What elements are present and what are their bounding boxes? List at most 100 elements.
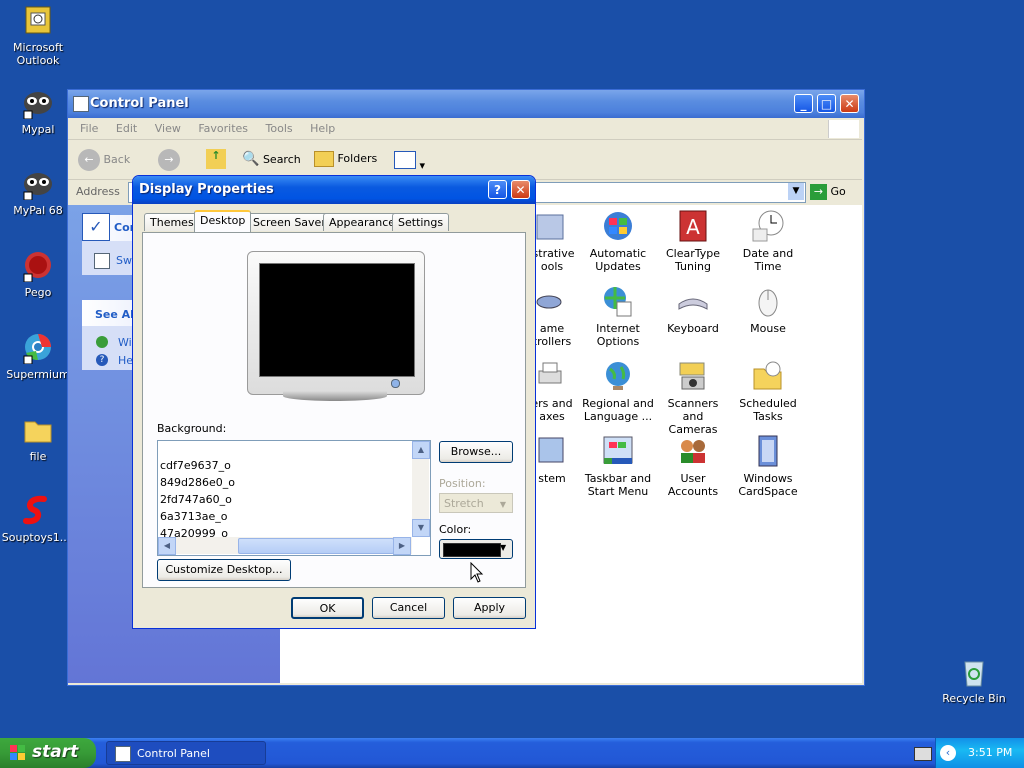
tab-strip: Themes Desktop Screen Saver Appearance S… bbox=[142, 210, 526, 233]
tab-desktop[interactable]: Desktop bbox=[194, 210, 252, 232]
help-icon: ? bbox=[96, 354, 108, 366]
color-label: Color: bbox=[439, 523, 472, 536]
background-list[interactable]: cdf7e9637_o 849d286e0_o 2fd747a60_o 6a37… bbox=[157, 440, 431, 556]
monitor-preview bbox=[247, 251, 425, 401]
cp-item-cleartype-tuning[interactable]: A ClearType Tuning bbox=[657, 209, 729, 273]
tab-screen-saver[interactable]: Screen Saver bbox=[247, 213, 332, 231]
go-button[interactable]: → Go bbox=[810, 184, 846, 200]
cp-item-scheduled-tasks[interactable]: Scheduled Tasks bbox=[732, 359, 804, 423]
list-item[interactable]: cdf7e9637_o bbox=[158, 457, 412, 474]
start-button[interactable]: start bbox=[0, 738, 96, 768]
cp-item-windows-cardspace[interactable]: Windows CardSpace bbox=[732, 434, 804, 498]
scroll-right-button[interactable]: ▶ bbox=[393, 537, 411, 555]
desktop-icon-label: file bbox=[29, 450, 47, 463]
horizontal-scrollbar[interactable]: ◀ ▶ bbox=[158, 537, 412, 555]
menu-edit[interactable]: Edit bbox=[116, 122, 137, 135]
mouse-cursor-icon bbox=[470, 561, 484, 587]
desktop-icon-label: Pego bbox=[24, 286, 52, 299]
cp-item-regional-language[interactable]: Regional and Language ... bbox=[582, 359, 654, 423]
list-item[interactable]: 2fd747a60_o bbox=[158, 491, 412, 508]
desktop-icon-outlook[interactable]: Microsoft Outlook bbox=[0, 5, 76, 67]
list-item[interactable]: 6a3713ae_o bbox=[158, 508, 412, 525]
ok-button[interactable]: OK bbox=[291, 597, 364, 619]
dialog-title: Display Properties bbox=[139, 182, 274, 197]
menu-tools[interactable]: Tools bbox=[266, 122, 293, 135]
cardspace-icon bbox=[751, 434, 785, 468]
close-button[interactable]: ✕ bbox=[511, 180, 530, 199]
customize-desktop-button[interactable]: Customize Desktop... bbox=[157, 559, 291, 581]
minimize-button[interactable]: _ bbox=[794, 94, 813, 113]
vertical-scrollbar[interactable]: ▲ ▼ bbox=[412, 441, 430, 537]
forward-button[interactable]: → bbox=[158, 149, 180, 171]
search-button[interactable]: 🔍 Search bbox=[242, 151, 301, 167]
windows-logo-icon bbox=[10, 745, 26, 761]
automatic-updates-icon bbox=[601, 209, 635, 243]
scroll-thumb[interactable] bbox=[238, 538, 394, 554]
keyboard-tray-icon[interactable] bbox=[914, 747, 932, 761]
go-arrow-icon: → bbox=[810, 184, 827, 200]
close-button[interactable]: ✕ bbox=[840, 94, 859, 113]
tab-appearance[interactable]: Appearance bbox=[323, 213, 402, 231]
windows-logo-icon bbox=[828, 120, 859, 138]
color-picker-button[interactable]: ▼ bbox=[439, 539, 513, 559]
scanner-icon bbox=[676, 359, 710, 393]
clock[interactable]: 3:51 PM bbox=[968, 746, 1012, 759]
start-label: start bbox=[32, 742, 79, 762]
desktop-icon-mypal[interactable]: Mypal bbox=[0, 87, 76, 136]
scroll-up-button[interactable]: ▲ bbox=[412, 441, 430, 459]
recycle-bin-icon bbox=[958, 656, 990, 688]
display-properties-dialog: Display Properties ? ✕ Themes Desktop Sc… bbox=[132, 175, 536, 629]
desktop-icon-pego[interactable]: Pego bbox=[0, 250, 76, 299]
address-dropdown-button[interactable]: ▼ bbox=[788, 183, 804, 200]
dialog-titlebar[interactable]: Display Properties ? ✕ bbox=[133, 176, 535, 204]
desktop-icon-recycle-bin[interactable]: Recycle Bin bbox=[936, 656, 1012, 705]
color-swatch bbox=[443, 543, 501, 557]
taskbar-button-control-panel[interactable]: Control Panel bbox=[106, 741, 266, 765]
list-item[interactable]: 849d286e0_o bbox=[158, 474, 412, 491]
outlook-icon bbox=[22, 5, 54, 37]
admin-tools-icon bbox=[535, 209, 569, 243]
help-button[interactable]: ? bbox=[488, 180, 507, 199]
cp-item-date-time[interactable]: Date and Time bbox=[732, 209, 804, 273]
menu-view[interactable]: View bbox=[155, 122, 181, 135]
desktop-tab-panel: Background: cdf7e9637_o 849d286e0_o 2fd7… bbox=[142, 232, 526, 588]
up-folder-button[interactable]: ↑ bbox=[206, 149, 226, 169]
control-panel-titlebar[interactable]: Control Panel _ □ ✕ bbox=[68, 90, 864, 118]
background-label: Background: bbox=[157, 422, 227, 435]
tray-expand-icon[interactable]: ‹ bbox=[940, 745, 956, 761]
position-select[interactable]: Stretch ▼ bbox=[439, 493, 513, 513]
browse-button[interactable]: Browse... bbox=[439, 441, 513, 463]
tab-settings[interactable]: Settings bbox=[392, 213, 450, 231]
monitor-power-icon bbox=[391, 379, 400, 388]
cp-item-taskbar-start-menu[interactable]: Taskbar and Start Menu bbox=[582, 434, 654, 498]
scroll-left-button[interactable]: ◀ bbox=[158, 537, 176, 555]
control-panel-title-icon bbox=[73, 96, 89, 112]
see-also-link-windows[interactable]: Wi bbox=[118, 336, 132, 349]
scheduled-tasks-icon bbox=[751, 359, 785, 393]
desktop-icon-supermium[interactable]: Supermium bbox=[0, 332, 76, 381]
views-button[interactable]: ▾ bbox=[394, 151, 426, 172]
desktop-icon-souptoys[interactable]: Souptoys1... bbox=[0, 495, 74, 544]
scroll-down-button[interactable]: ▼ bbox=[412, 519, 430, 537]
menu-favorites[interactable]: Favorites bbox=[198, 122, 248, 135]
maximize-button[interactable]: □ bbox=[817, 94, 836, 113]
cp-item-mouse[interactable]: Mouse bbox=[732, 284, 804, 335]
cp-item-keyboard[interactable]: Keyboard bbox=[657, 284, 729, 335]
apply-button[interactable]: Apply bbox=[453, 597, 526, 619]
keyboard-icon bbox=[676, 284, 710, 318]
folders-button[interactable]: Folders bbox=[314, 151, 377, 167]
cp-item-internet-options[interactable]: Internet Options bbox=[582, 284, 654, 348]
cancel-button[interactable]: Cancel bbox=[372, 597, 445, 619]
cp-item-scanners-cameras[interactable]: Scanners and Cameras bbox=[657, 359, 729, 436]
desktop-icon-mypal68[interactable]: MyPal 68 bbox=[0, 168, 76, 217]
cp-item-user-accounts[interactable]: User Accounts bbox=[657, 434, 729, 498]
system-tray: ‹ 3:51 PM bbox=[935, 738, 1024, 768]
desktop-icon-file[interactable]: file bbox=[0, 414, 76, 463]
back-button[interactable]: ← Back bbox=[78, 149, 130, 171]
switch-view-link[interactable]: Sw bbox=[116, 254, 132, 267]
tab-themes[interactable]: Themes bbox=[144, 213, 200, 231]
cp-item-automatic-updates[interactable]: Automatic Updates bbox=[582, 209, 654, 273]
menu-help[interactable]: Help bbox=[310, 122, 335, 135]
see-also-link-help[interactable]: He bbox=[118, 354, 133, 367]
menu-file[interactable]: File bbox=[80, 122, 98, 135]
